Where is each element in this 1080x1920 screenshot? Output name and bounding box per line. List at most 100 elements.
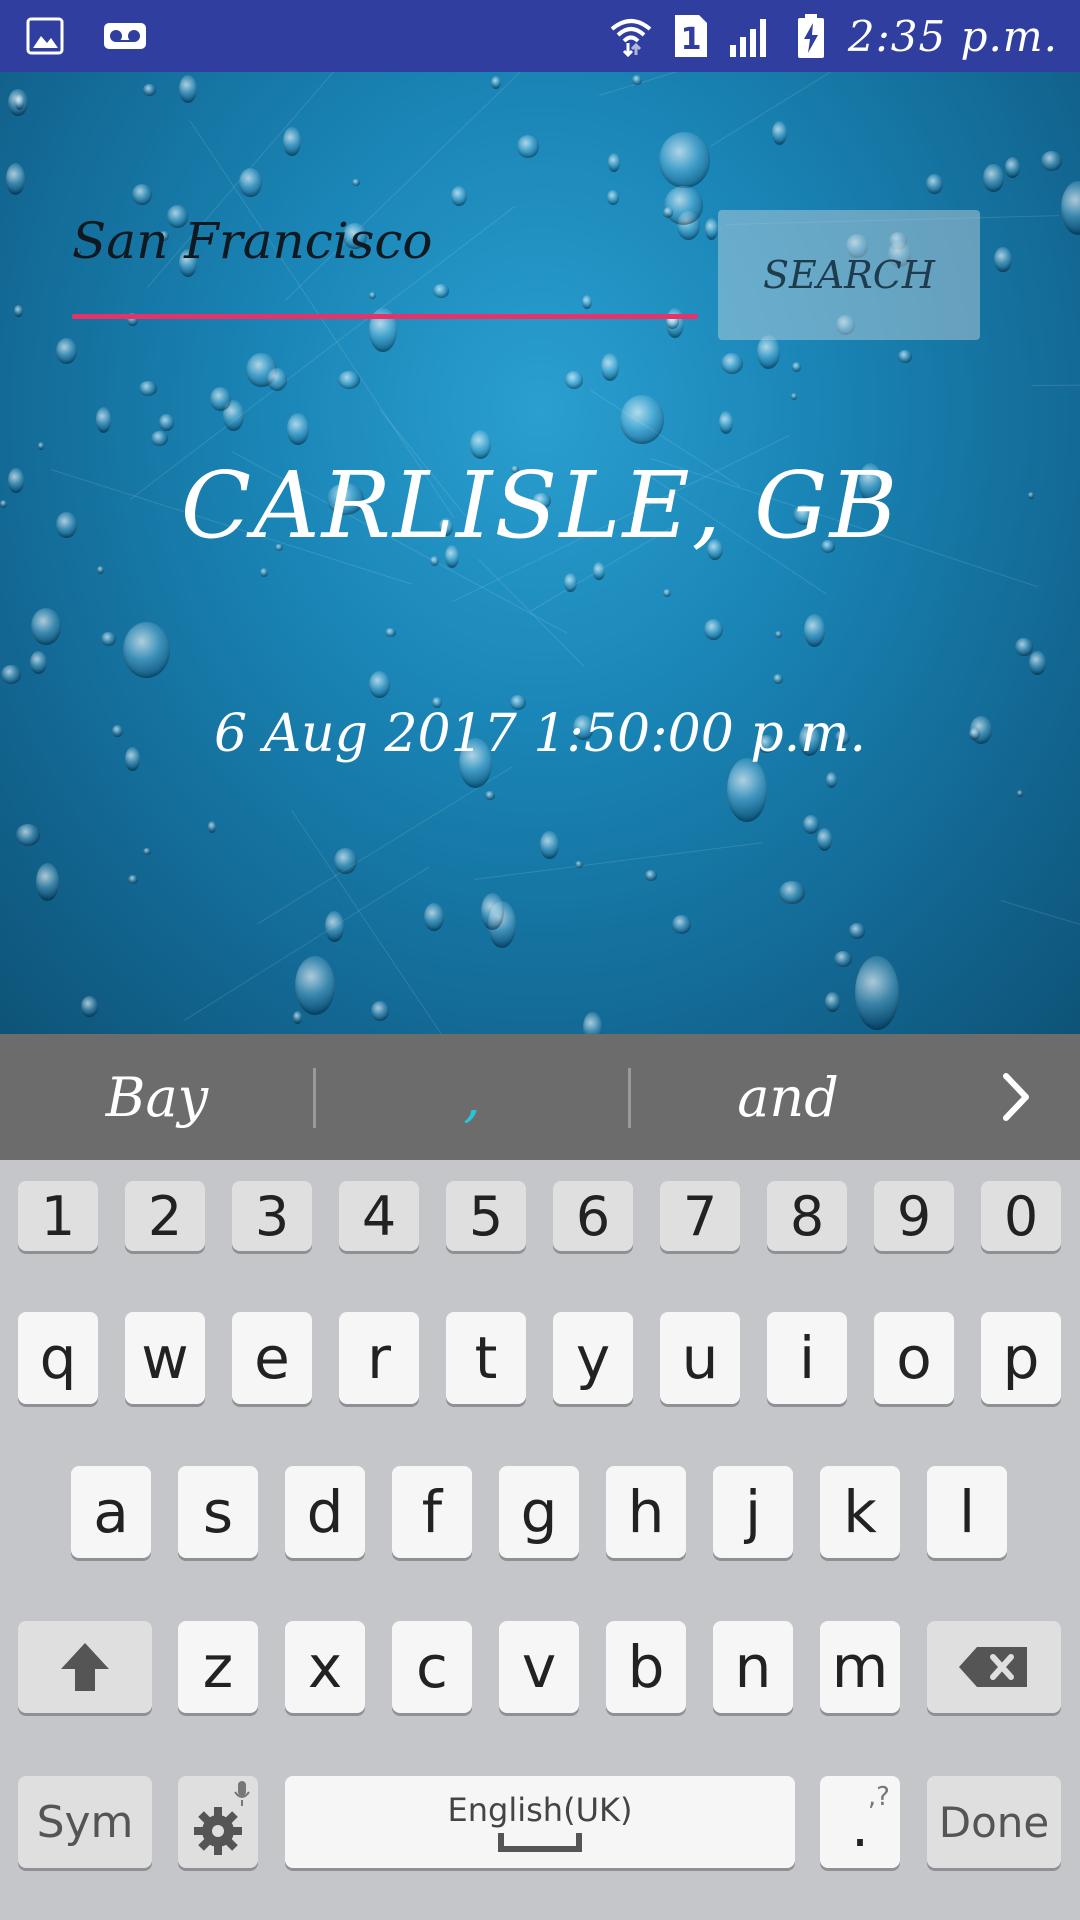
key-y[interactable]: y	[553, 1312, 633, 1404]
raindrop	[574, 861, 583, 868]
key-k[interactable]: k	[820, 1466, 900, 1558]
key-r[interactable]: r	[339, 1312, 419, 1404]
raindrop	[926, 173, 944, 195]
raindrop	[1040, 150, 1063, 172]
raindrop	[37, 441, 44, 450]
raindrop	[292, 1011, 302, 1025]
glass-scratch	[473, 841, 763, 880]
status-time: 2:35 p.m.	[847, 11, 1058, 61]
glass-scratch	[1000, 899, 1080, 1018]
done-key[interactable]: Done	[927, 1776, 1061, 1868]
cloud-icon	[404, 1012, 674, 1034]
raindrop	[564, 572, 578, 592]
key-0[interactable]: 0	[981, 1181, 1061, 1251]
key-z[interactable]: z	[178, 1621, 258, 1713]
key-4[interactable]: 4	[339, 1181, 419, 1251]
key-p[interactable]: p	[981, 1312, 1061, 1404]
raindrop	[564, 371, 583, 389]
key-d[interactable]: d	[285, 1466, 365, 1558]
raindrop	[424, 902, 444, 931]
key-b[interactable]: b	[606, 1621, 686, 1713]
key-u[interactable]: u	[660, 1312, 740, 1404]
raindrop	[704, 618, 724, 640]
key-2[interactable]: 2	[125, 1181, 205, 1251]
raindrop	[540, 830, 559, 860]
raindrop	[337, 370, 361, 390]
city-title: CARLISLE, GB	[180, 452, 900, 559]
raindrop	[139, 381, 158, 396]
raindrop	[16, 824, 40, 846]
raindrop	[592, 561, 605, 581]
sym-key[interactable]: Sym	[18, 1776, 152, 1868]
key-a[interactable]: a	[71, 1466, 151, 1558]
raindrop	[96, 565, 105, 575]
raindrop	[848, 923, 866, 939]
mic-icon	[234, 1781, 250, 1806]
raindrop	[824, 991, 840, 1012]
raindrop	[123, 622, 171, 678]
shift-icon	[61, 1643, 109, 1691]
key-7[interactable]: 7	[660, 1181, 740, 1251]
raindrop	[384, 628, 396, 638]
raindrop	[994, 247, 1012, 273]
raindrop	[779, 880, 805, 904]
key-f[interactable]: f	[392, 1466, 472, 1558]
raindrop	[485, 791, 495, 800]
key-v[interactable]: v	[499, 1621, 579, 1713]
raindrop	[1028, 650, 1046, 675]
raindrop	[294, 955, 336, 1015]
key-j[interactable]: j	[713, 1466, 793, 1558]
space-key-language: English(UK)	[447, 1791, 633, 1829]
key-c[interactable]: c	[392, 1621, 472, 1713]
key-1[interactable]: 1	[18, 1181, 98, 1251]
wifi-icon	[608, 13, 654, 59]
raindrop	[600, 352, 620, 382]
raindrop	[490, 75, 502, 89]
raindrop	[14, 305, 23, 318]
key-e[interactable]: e	[232, 1312, 312, 1404]
key-3[interactable]: 3	[232, 1181, 312, 1251]
key-l[interactable]: l	[927, 1466, 1007, 1558]
raindrop	[645, 870, 658, 881]
key-8[interactable]: 8	[767, 1181, 847, 1251]
backspace-key[interactable]	[927, 1621, 1061, 1713]
raindrop	[671, 914, 692, 934]
raindrop	[0, 664, 22, 684]
city-search-value[interactable]: San Francisco	[72, 212, 433, 270]
key-h[interactable]: h	[606, 1466, 686, 1558]
key-s[interactable]: s	[178, 1466, 258, 1558]
key-x[interactable]: x	[285, 1621, 365, 1713]
raindrop	[1060, 180, 1080, 235]
raindrop	[833, 950, 853, 968]
key-5[interactable]: 5	[446, 1181, 526, 1251]
period-key[interactable]: ,? .	[820, 1776, 900, 1868]
raindrop	[774, 630, 783, 638]
key-t[interactable]: t	[446, 1312, 526, 1404]
space-key[interactable]: English(UK)	[285, 1776, 795, 1868]
raindrop	[369, 670, 390, 698]
raindrop	[143, 84, 157, 96]
key-w[interactable]: w	[125, 1312, 205, 1404]
key-6[interactable]: 6	[553, 1181, 633, 1251]
raindrop	[516, 135, 540, 158]
key-n[interactable]: n	[713, 1621, 793, 1713]
settings-key[interactable]	[178, 1776, 258, 1868]
raindrop	[854, 956, 899, 1030]
key-g[interactable]: g	[499, 1466, 579, 1558]
glass-scratch	[257, 765, 513, 924]
key-q[interactable]: q	[18, 1312, 98, 1404]
shift-key[interactable]	[18, 1621, 152, 1713]
svg-text:1: 1	[680, 22, 701, 57]
key-m[interactable]: m	[820, 1621, 900, 1713]
key-o[interactable]: o	[874, 1312, 954, 1404]
key-9[interactable]: 9	[874, 1181, 954, 1251]
raindrop	[704, 218, 718, 240]
search-button[interactable]: SEARCH	[718, 210, 980, 340]
raindrop	[259, 567, 269, 578]
raindrop	[371, 1000, 390, 1021]
raindrop	[727, 758, 768, 822]
raindrop	[5, 163, 25, 196]
key-i[interactable]: i	[767, 1312, 847, 1404]
raindrop	[791, 362, 802, 372]
raindrop	[632, 75, 642, 85]
